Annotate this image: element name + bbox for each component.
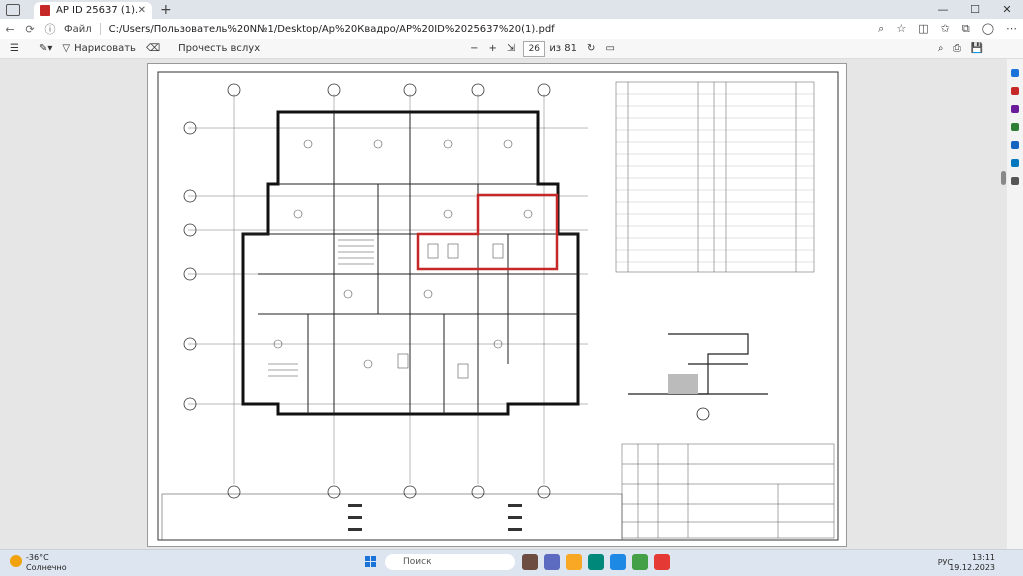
print-icon[interactable]: ⎙ [953, 43, 961, 54]
add-sidebar-icon[interactable] [1011, 177, 1019, 185]
zoom-out-icon[interactable]: − [470, 43, 478, 54]
date: 19.12.2023 [949, 563, 995, 572]
task-view-icon[interactable] [522, 554, 538, 570]
taskbar: -36°C Солнечно Поиск РУС 13:11 19.12.202… [0, 549, 1023, 576]
refresh-icon[interactable]: ⟳ [20, 23, 40, 36]
time: 13:11 [971, 553, 995, 562]
edge-sidebar [1007, 59, 1023, 549]
pdf-icon [40, 5, 50, 16]
office-icon[interactable] [1011, 141, 1019, 149]
address-bar: ← ⟳ ⓘ Файл C:/Users/Пользователь%20N№1/D… [0, 19, 1023, 40]
address-actions: ⌕ ☆ ◫ ✩ ⧉ ◯ ⋯ [878, 22, 1017, 36]
tab-pdf[interactable]: АР ID 25637 (1).pdf ✕ [34, 2, 152, 19]
maximize-icon[interactable]: ☐ [959, 3, 991, 16]
rotate-icon[interactable]: ↻ [587, 43, 595, 54]
clock[interactable]: 13:11 19.12.2023 [949, 553, 995, 573]
whatsapp-icon[interactable] [632, 554, 648, 570]
info-icon[interactable]: ⓘ [40, 21, 60, 37]
new-tab-icon[interactable]: + [160, 2, 172, 18]
explorer-icon[interactable] [566, 554, 582, 570]
menu-icon[interactable]: ⋯ [1006, 22, 1017, 36]
favorite-icon[interactable]: ☆ [896, 22, 906, 36]
zoom-icon[interactable]: ⌕ [878, 22, 884, 36]
window-controls: — ☐ ✕ [927, 0, 1023, 19]
outlook-icon[interactable] [1011, 159, 1019, 167]
close-tab-icon[interactable]: ✕ [138, 5, 146, 16]
weather-temp: -36°C [26, 553, 49, 562]
shopping-icon[interactable] [1011, 87, 1019, 95]
scrollbar-thumb[interactable] [1001, 171, 1006, 185]
edge-icon[interactable] [588, 554, 604, 570]
address-label: Файл [64, 23, 92, 35]
page-total: из 81 [549, 43, 578, 54]
collections-icon[interactable]: ⧉ [962, 22, 970, 36]
draw-button[interactable]: Нарисовать [74, 43, 136, 54]
fit-page-icon[interactable]: ⇲ [507, 43, 515, 54]
read-aloud-button[interactable]: Прочесть вслух [178, 43, 260, 54]
yandex-icon[interactable] [654, 554, 670, 570]
draw-icon[interactable]: ▽ [62, 43, 70, 54]
close-window-icon[interactable]: ✕ [991, 3, 1023, 16]
profile-icon[interactable]: ◯ [982, 22, 994, 36]
weather-widget[interactable]: -36°C Солнечно [10, 553, 67, 573]
pdf-page [147, 63, 847, 547]
store-icon[interactable] [610, 554, 626, 570]
divider [99, 23, 101, 35]
tools-icon[interactable] [1011, 105, 1019, 113]
games-icon[interactable] [1011, 123, 1019, 131]
tab-actions-icon[interactable] [6, 3, 20, 16]
chat-icon[interactable] [544, 554, 560, 570]
page-view-icon[interactable]: ▭ [605, 43, 614, 54]
architectural-drawing [157, 71, 839, 541]
toolbar-right-icons: ⌕ ⎙ 💾 [938, 43, 983, 54]
sun-icon [10, 555, 22, 567]
search-pdf-icon[interactable]: ⌕ [938, 43, 944, 54]
taskbar-search[interactable]: Поиск [385, 554, 515, 570]
tab-title: АР ID 25637 (1).pdf [56, 5, 138, 16]
minimize-icon[interactable]: — [927, 3, 959, 16]
highlight-icon[interactable]: ✎▾ [39, 43, 52, 54]
contents-icon[interactable]: ☰ [10, 43, 19, 54]
search-sidebar-icon[interactable] [1011, 69, 1019, 77]
save-icon[interactable]: 💾 [971, 43, 983, 54]
back-icon[interactable]: ← [0, 23, 20, 36]
zoom-in-icon[interactable]: + [489, 43, 497, 54]
eraser-icon[interactable]: ⌫ [146, 43, 160, 54]
favorites-list-icon[interactable]: ✩ [941, 22, 950, 36]
weather-desc: Солнечно [26, 563, 67, 572]
split-icon[interactable]: ◫ [918, 22, 928, 36]
taskbar-apps [522, 554, 670, 570]
tab-bar: АР ID 25637 (1).pdf ✕ + — ☐ ✕ [0, 0, 1023, 19]
pdf-viewer [0, 59, 1023, 549]
windows-start-icon[interactable] [365, 556, 377, 568]
pdf-toolbar: ☰ ✎▾ ▽ Нарисовать ⌫ Прочесть вслух − + ⇲… [0, 39, 1023, 59]
page-number-input[interactable]: 26 [523, 40, 546, 57]
url-field[interactable]: C:/Users/Пользователь%20N№1/Desktop/Ap%2… [109, 24, 555, 35]
